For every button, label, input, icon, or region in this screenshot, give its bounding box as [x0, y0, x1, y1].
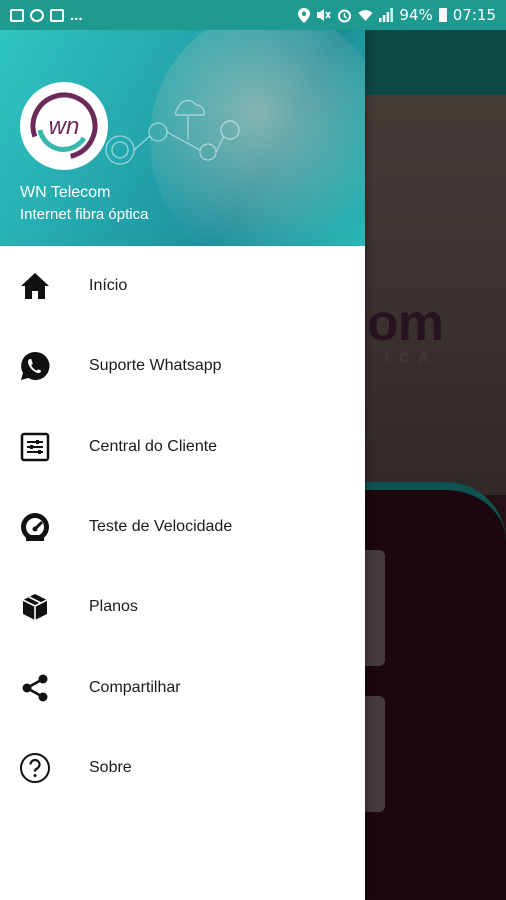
- clock: 07:15: [452, 6, 496, 24]
- drawer-title: WN Telecom: [20, 184, 111, 201]
- menu-item-compartilhar[interactable]: Compartilhar: [0, 647, 365, 727]
- help-icon: [18, 751, 52, 785]
- status-bar: ... 94% 07:15: [0, 0, 506, 30]
- whatsapp-icon: [18, 349, 52, 383]
- menu-item-central-do-cliente[interactable]: Central do Cliente: [0, 407, 365, 487]
- navigation-drawer: wn WN Telecom Internet fibra óptica Iníc…: [0, 30, 365, 900]
- notification-icons: ...: [0, 7, 83, 24]
- network-graphic: [105, 99, 240, 165]
- menu-item-label: Central do Cliente: [89, 437, 218, 455]
- menu-item-label: Suporte Whatsapp: [89, 357, 222, 375]
- home-icon: [18, 269, 52, 303]
- background-app[interactable]: om ICA: [365, 30, 506, 900]
- share-icon: [18, 671, 52, 705]
- drawer-scrim[interactable]: [365, 30, 506, 900]
- drawer-subtitle: Internet fibra óptica: [20, 206, 149, 223]
- menu-item-label: Sobre: [89, 758, 132, 776]
- sliders-icon: [18, 430, 52, 464]
- wn-logo-icon: wn: [30, 92, 98, 160]
- alarm-icon: [338, 9, 352, 22]
- menu-item-label: Início: [89, 277, 128, 295]
- wifi-icon: [358, 10, 373, 21]
- battery-percentage: 94%: [399, 6, 433, 24]
- system-icons: 94% 07:15: [298, 6, 506, 24]
- drawer-menu: Início Suporte Whatsapp Central do Clien…: [0, 246, 365, 808]
- menu-item-label: Compartilhar: [89, 678, 181, 696]
- package-icon: [18, 590, 52, 624]
- more-notifications: ...: [70, 6, 83, 24]
- mail-notification-icon: [50, 8, 64, 22]
- menu-item-sobre[interactable]: Sobre: [0, 728, 365, 808]
- battery-icon: [438, 8, 447, 22]
- menu-item-planos[interactable]: Planos: [0, 567, 365, 647]
- signal-icon: [379, 8, 394, 22]
- mute-icon: [317, 9, 332, 21]
- menu-item-label: Planos: [89, 598, 138, 616]
- brand-avatar: wn: [20, 82, 108, 170]
- location-icon: [298, 7, 311, 23]
- gallery-notification-icon: [10, 8, 24, 22]
- menu-item-label: Teste de Velocidade: [89, 518, 233, 536]
- menu-item-suporte-whatsapp[interactable]: Suporte Whatsapp: [0, 326, 365, 406]
- app-notification-icon: [30, 8, 44, 22]
- speedometer-icon: [18, 510, 52, 544]
- svg-text:wn: wn: [49, 113, 80, 140]
- drawer-header: wn WN Telecom Internet fibra óptica: [0, 30, 365, 246]
- menu-item-teste-de-velocidade[interactable]: Teste de Velocidade: [0, 487, 365, 567]
- menu-item-inicio[interactable]: Início: [0, 246, 365, 326]
